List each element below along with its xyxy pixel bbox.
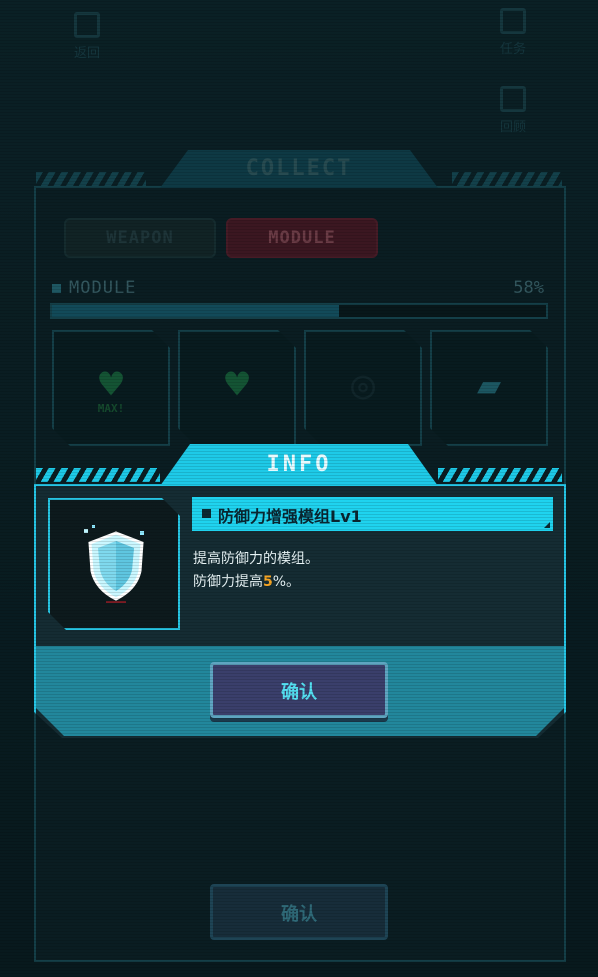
deco-stripes [438,468,562,482]
confirm-button-bottom[interactable]: 确认 [210,884,388,940]
desc-value: 5 [263,574,273,590]
info-title: INFO [266,452,332,477]
desc-line-1: 提高防御力的模组。 [193,551,319,567]
name-bullet [202,509,211,518]
confirm-button[interactable]: 确认 [210,662,388,718]
desc-line-2: 防御力提高5%。 [193,574,301,590]
item-description: 提高防御力的模组。 防御力提高5%。 [193,548,319,594]
shield-icon [84,525,144,603]
deco-stripes [36,468,160,482]
item-name: 防御力增强模组Lv1 [218,507,362,526]
item-name-bar: 防御力增强模组Lv1 [192,497,553,531]
corner-mark [544,522,550,528]
